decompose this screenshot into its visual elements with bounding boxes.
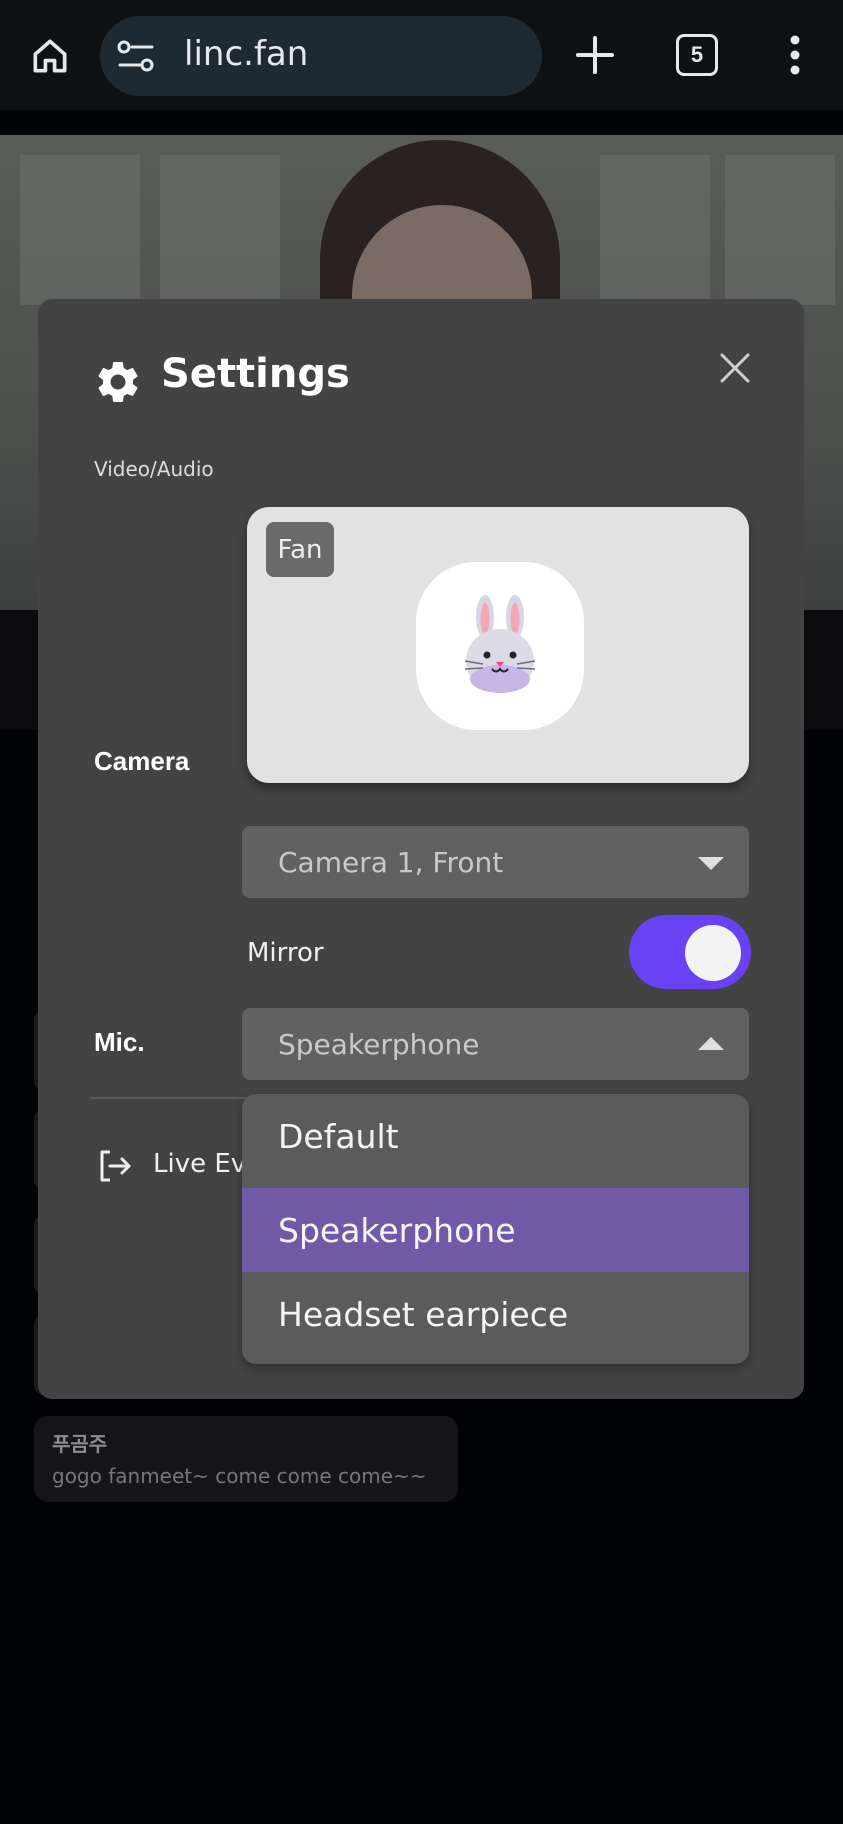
background-window: [20, 155, 140, 305]
mic-option-default[interactable]: Default: [242, 1094, 749, 1178]
mic-option-speakerphone[interactable]: Speakerphone: [242, 1188, 749, 1272]
tab-count: 5: [690, 42, 704, 67]
toggle-knob: [685, 925, 741, 981]
chevron-up-icon: [698, 1037, 724, 1050]
camera-label: Camera: [94, 746, 190, 776]
tabs-icon[interactable]: 5: [676, 34, 718, 76]
chat-message: 푸곰주 gogo fanmeet~ come come come~~: [34, 1416, 458, 1502]
divider: [90, 1097, 260, 1099]
chat-username: 푸곰주: [52, 1434, 108, 1456]
mirror-toggle[interactable]: [629, 915, 751, 989]
exit-icon[interactable]: [96, 1147, 134, 1185]
bunny-avatar-icon: [464, 595, 536, 693]
mic-select-value: Speakerphone: [278, 1028, 480, 1061]
more-vert-icon[interactable]: [780, 30, 810, 80]
camera-preview: Fan: [247, 507, 749, 783]
home-button[interactable]: [22, 28, 78, 84]
chevron-down-icon: [698, 857, 724, 870]
role-badge-label: Fan: [277, 534, 323, 565]
chat-text: gogo fanmeet~ come come come~~: [52, 1464, 427, 1488]
mic-options-dropdown: Default Speakerphone Headset earpiece: [242, 1094, 749, 1364]
avatar: [416, 562, 584, 730]
mic-option-headset[interactable]: Headset earpiece: [242, 1272, 749, 1356]
site-settings-icon[interactable]: [116, 38, 156, 74]
background-window: [160, 155, 280, 305]
exit-live-label[interactable]: Live Ev: [153, 1149, 246, 1179]
background-window: [600, 155, 710, 305]
background-window: [725, 155, 835, 305]
browser-toolbar: linc.fan 5: [0, 0, 843, 110]
address-bar[interactable]: linc.fan: [100, 16, 542, 96]
mirror-label: Mirror: [247, 938, 324, 968]
role-badge: Fan: [266, 522, 334, 577]
section-label: Video/Audio: [94, 457, 214, 481]
mic-select[interactable]: Speakerphone: [242, 1008, 749, 1080]
url-text: linc.fan: [184, 34, 309, 74]
home-icon: [33, 39, 67, 73]
settings-modal: Settings Video/Audio Fan Camera Camera 1…: [38, 299, 804, 1399]
close-icon[interactable]: [718, 351, 752, 385]
mic-label: Mic.: [94, 1027, 145, 1057]
plus-icon[interactable]: [570, 30, 620, 80]
camera-select[interactable]: Camera 1, Front: [242, 826, 749, 898]
modal-title: Settings: [161, 351, 350, 397]
gear-icon: [98, 362, 138, 402]
camera-select-value: Camera 1, Front: [278, 846, 504, 879]
